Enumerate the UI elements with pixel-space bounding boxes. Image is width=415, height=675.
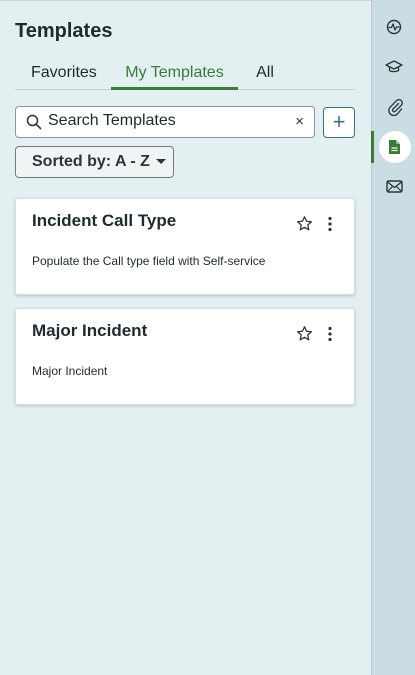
template-title: Major Incident <box>32 321 148 340</box>
search-icon <box>26 114 42 135</box>
search-input[interactable]: Search Templates × <box>15 106 315 138</box>
template-description: Populate the Call type field with Self-s… <box>32 254 266 268</box>
tab-bar: Favorites My Templates All <box>15 61 355 90</box>
star-icon[interactable] <box>296 325 313 347</box>
activity-icon[interactable] <box>386 19 402 40</box>
template-title: Incident Call Type <box>32 211 177 230</box>
templates-panel: Templates Favorites My Templates All Sea… <box>0 0 371 675</box>
email-icon[interactable] <box>386 179 403 199</box>
template-card[interactable]: Incident Call Type Populate the Call typ… <box>15 198 355 295</box>
search-placeholder: Search Templates <box>48 112 176 129</box>
tab-favorites[interactable]: Favorites <box>31 61 97 90</box>
sort-label: Sorted by: A - Z <box>32 153 150 170</box>
template-description: Major Incident <box>32 364 108 378</box>
template-card[interactable]: Major Incident Major Incident <box>15 308 355 405</box>
more-options-icon[interactable] <box>327 326 333 347</box>
clear-icon[interactable]: × <box>295 113 304 130</box>
add-template-button[interactable]: + <box>323 107 355 138</box>
tab-all[interactable]: All <box>255 61 275 90</box>
more-options-icon[interactable] <box>327 216 333 237</box>
page-title: Templates <box>15 20 113 42</box>
star-icon[interactable] <box>296 215 313 237</box>
paperclip-icon[interactable] <box>387 98 403 121</box>
chevron-down-icon <box>155 159 166 165</box>
active-indicator <box>371 131 374 163</box>
document-icon[interactable] <box>388 139 401 160</box>
sort-dropdown[interactable]: Sorted by: A - Z <box>15 146 174 178</box>
tab-my-templates[interactable]: My Templates <box>111 61 238 90</box>
graduation-cap-icon[interactable] <box>385 60 403 79</box>
